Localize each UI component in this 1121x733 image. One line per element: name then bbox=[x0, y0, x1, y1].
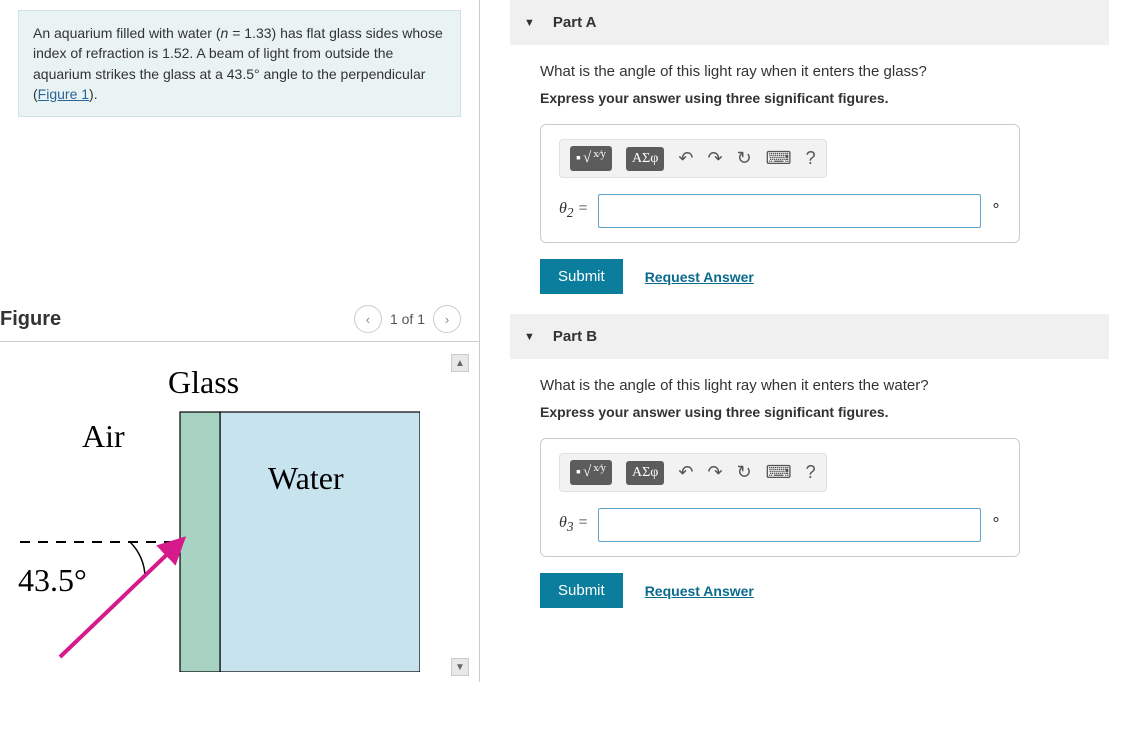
part-a-answer-panel: ▪√x⁄y ΑΣφ ↶ ↷ ↻ ⌨ ? θ2 = ∘ bbox=[540, 124, 1020, 243]
part-b-header[interactable]: ▼ Part B bbox=[510, 314, 1109, 359]
part-a-request-answer-link[interactable]: Request Answer bbox=[645, 269, 754, 285]
part-a-title: Part A bbox=[553, 14, 597, 31]
part-a-toolbar: ▪√x⁄y ΑΣφ ↶ ↷ ↻ ⌨ ? bbox=[559, 139, 827, 178]
label-air: Air bbox=[82, 418, 125, 455]
label-water: Water bbox=[268, 460, 344, 497]
figure-link[interactable]: Figure 1 bbox=[38, 86, 89, 102]
part-b-title: Part B bbox=[553, 328, 597, 345]
part-b-submit-button[interactable]: Submit bbox=[540, 573, 623, 608]
redo-icon[interactable]: ↷ bbox=[707, 462, 722, 483]
part-b-answer-input[interactable] bbox=[598, 508, 981, 542]
problem-statement: An aquarium filled with water (n = 1.33)… bbox=[18, 10, 461, 117]
part-a-header[interactable]: ▼ Part A bbox=[510, 0, 1109, 45]
symbols-button[interactable]: ΑΣφ bbox=[626, 147, 664, 171]
part-a-submit-button[interactable]: Submit bbox=[540, 259, 623, 294]
part-a-instruction: Express your answer using three signific… bbox=[540, 90, 1099, 106]
label-angle: 43.5° bbox=[18, 562, 87, 599]
templates-button[interactable]: ▪√x⁄y bbox=[570, 146, 612, 171]
symbols-button[interactable]: ΑΣφ bbox=[626, 461, 664, 485]
scroll-down-button[interactable]: ▼ bbox=[451, 658, 469, 676]
part-a-var-label: θ2 = bbox=[559, 200, 588, 221]
root-icon: √ bbox=[583, 150, 591, 167]
problem-text-post: ). bbox=[89, 86, 98, 102]
part-b-question: What is the angle of this light ray when… bbox=[540, 377, 1099, 394]
undo-icon[interactable]: ↶ bbox=[678, 148, 693, 169]
part-b-answer-panel: ▪√x⁄y ΑΣφ ↶ ↷ ↻ ⌨ ? θ3 = ∘ bbox=[540, 438, 1020, 557]
part-b-unit: ∘ bbox=[991, 509, 1001, 529]
part-b-var-label: θ3 = bbox=[559, 514, 588, 535]
part-a-unit: ∘ bbox=[991, 195, 1001, 215]
keyboard-icon[interactable]: ⌨ bbox=[766, 148, 792, 169]
square-icon: ▪ bbox=[576, 465, 581, 481]
caret-down-icon: ▼ bbox=[524, 17, 535, 29]
figure-next-button[interactable]: › bbox=[433, 305, 461, 333]
part-b-request-answer-link[interactable]: Request Answer bbox=[645, 583, 754, 599]
templates-button[interactable]: ▪√x⁄y bbox=[570, 460, 612, 485]
help-icon[interactable]: ? bbox=[806, 462, 816, 483]
help-icon[interactable]: ? bbox=[806, 148, 816, 169]
figure-prev-button[interactable]: ‹ bbox=[354, 305, 382, 333]
reset-icon[interactable]: ↻ bbox=[737, 462, 752, 483]
figure-pager: 1 of 1 bbox=[390, 311, 425, 327]
keyboard-icon[interactable]: ⌨ bbox=[766, 462, 792, 483]
frac-icon: x⁄y bbox=[593, 148, 606, 160]
frac-icon: x⁄y bbox=[593, 462, 606, 474]
figure-title: Figure bbox=[0, 308, 61, 331]
scroll-up-button[interactable]: ▲ bbox=[451, 354, 469, 372]
part-b-instruction: Express your answer using three signific… bbox=[540, 404, 1099, 420]
caret-down-icon: ▼ bbox=[524, 331, 535, 343]
figure-diagram: Glass Air Water 43.5° bbox=[0, 352, 420, 672]
redo-icon[interactable]: ↷ bbox=[707, 148, 722, 169]
part-a-answer-input[interactable] bbox=[598, 194, 981, 228]
reset-icon[interactable]: ↻ bbox=[737, 148, 752, 169]
figure-header: Figure ‹ 1 of 1 › bbox=[0, 297, 479, 342]
root-icon: √ bbox=[583, 464, 591, 481]
part-a-question: What is the angle of this light ray when… bbox=[540, 63, 1099, 80]
problem-text-pre: An aquarium filled with water ( bbox=[33, 25, 221, 41]
square-icon: ▪ bbox=[576, 151, 581, 167]
label-glass: Glass bbox=[168, 364, 239, 401]
part-b-toolbar: ▪√x⁄y ΑΣφ ↶ ↷ ↻ ⌨ ? bbox=[559, 453, 827, 492]
undo-icon[interactable]: ↶ bbox=[678, 462, 693, 483]
